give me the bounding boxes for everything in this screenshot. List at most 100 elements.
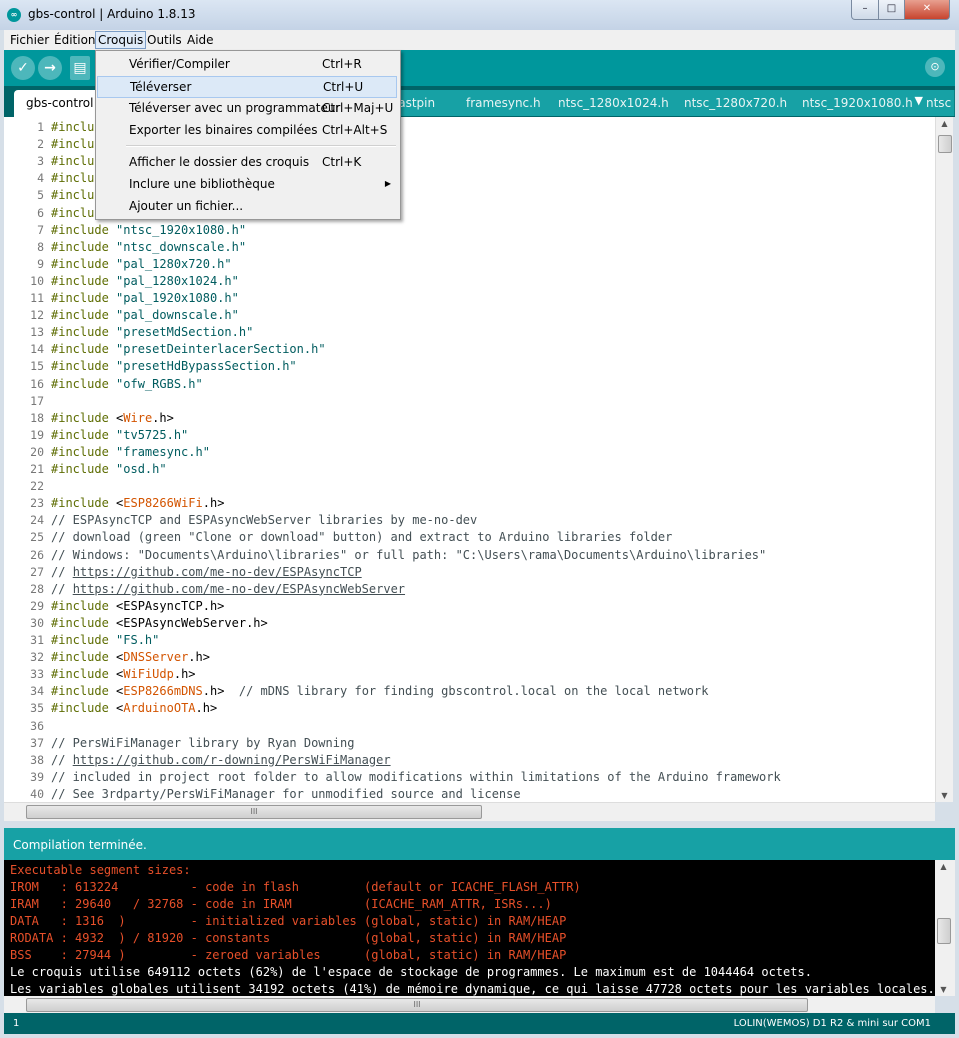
- line-number: 5: [37, 188, 44, 203]
- new-sketch-button[interactable]: ▤: [70, 56, 90, 80]
- tab-ntsc-1280x720[interactable]: ntsc_1280x720.h: [672, 90, 809, 116]
- menu-item-shortcut: Ctrl+R: [322, 57, 362, 71]
- close-button[interactable]: ✕: [904, 0, 950, 20]
- serial-monitor-icon[interactable]: ⊙: [925, 57, 945, 77]
- menu-item-ajouter-un-fichier-[interactable]: Ajouter un fichier...: [97, 196, 397, 216]
- console-line: DATA : 1316 ) - initialized variables (g…: [10, 914, 567, 928]
- line-number: 13: [30, 325, 44, 340]
- line-number: 31: [30, 633, 44, 647]
- code-text: #include "presetMdSection.h": [51, 325, 254, 340]
- code-text: #include <DNSServer.h>: [51, 650, 210, 665]
- line-number: 35: [30, 701, 44, 716]
- menu-aide[interactable]: Aide: [185, 32, 216, 48]
- menu-item-shortcut: Ctrl+Maj+U: [322, 101, 394, 115]
- line-number: 8: [37, 239, 44, 254]
- code-text: #include <ESP8266WiFi.h>: [51, 496, 225, 511]
- code-text: #include "presetHdBypassSection.h": [51, 359, 297, 374]
- scroll-thumb[interactable]: [938, 135, 952, 153]
- menu-fichier[interactable]: Fichier: [8, 32, 51, 48]
- console-scroll-up-icon[interactable]: ▲: [935, 862, 952, 871]
- line-number: 14: [30, 342, 44, 357]
- croquis-menu: Vérifier/Compiler Ctrl+R Téléverser Ctrl+U T…: [95, 50, 401, 220]
- board-port-label: LOLIN(WEMOS) D1 R2 & mini sur COM1: [733, 1018, 931, 1029]
- minimize-button[interactable]: –: [851, 0, 879, 20]
- scroll-up-icon[interactable]: ▲: [936, 119, 953, 128]
- line-number: 39: [30, 769, 44, 784]
- menu-bar: Fichier Édition Croquis Outils Aide: [4, 30, 955, 50]
- tab-overflow-icon[interactable]: ▼: [915, 94, 923, 107]
- code-text: #include "pal_1280x1024.h": [51, 273, 239, 288]
- line-number: 6: [37, 205, 44, 220]
- menu-item-label: Ajouter un fichier...: [129, 199, 244, 213]
- code-text: #include <ArduinoOTA.h>: [51, 701, 218, 716]
- menu-outils[interactable]: Outils: [145, 32, 184, 48]
- console-line: Le croquis utilise 649112 octets (62%) d…: [10, 965, 812, 979]
- menu-edition[interactable]: Édition: [52, 32, 98, 48]
- tab-ntsc[interactable]: ntsc: [922, 90, 955, 116]
- code-text: #include "ntsc_1920x1080.h": [51, 222, 247, 237]
- line-number: 9: [37, 256, 44, 271]
- output-console[interactable]: Executable segment sizes: IROM : 613224 -…: [4, 860, 935, 996]
- window-title: gbs-control | Arduino 1.8.13: [28, 7, 196, 21]
- menu-item-t-l-verser-avec-un-programmateur[interactable]: Téléverser avec un programmateur Ctrl+Maj…: [97, 98, 397, 118]
- console-vertical-scrollbar[interactable]: ▲ ▼: [935, 860, 955, 996]
- line-number: 28: [30, 581, 44, 596]
- line-number: 22: [30, 479, 44, 494]
- horizontal-scroll-thumb[interactable]: III: [26, 805, 482, 819]
- code-text: // ESPAsyncTCP and ESPAsyncWebServer lib…: [51, 513, 478, 528]
- console-scroll-down-icon[interactable]: ▼: [935, 985, 952, 994]
- line-number: 18: [30, 410, 44, 425]
- tab-ntsc-1920x1080[interactable]: ntsc_1920x1080.h: [790, 90, 931, 116]
- menu-item-exporter-les-binaires-compil-es[interactable]: Exporter les binaires compilées Ctrl+Alt+…: [97, 120, 397, 140]
- code-text: #include "pal_1920x1080.h": [51, 291, 239, 305]
- code-text: // included in project root folder to al…: [51, 769, 781, 784]
- code-text: // https://github.com/me-no-dev/ESPAsync…: [51, 581, 406, 596]
- console-horizontal-thumb[interactable]: III: [26, 998, 808, 1012]
- status-bar: Compilation terminée.: [4, 828, 955, 860]
- verify-button[interactable]: ✓: [11, 56, 35, 80]
- line-number: 29: [30, 598, 44, 613]
- line-number: 2: [37, 137, 44, 152]
- menu-item-t-l-verser[interactable]: Téléverser Ctrl+U: [97, 76, 397, 98]
- line-number: 25: [30, 530, 44, 545]
- line-number: 23: [30, 496, 44, 511]
- scroll-down-icon[interactable]: ▼: [936, 791, 953, 800]
- code-text: #include "ofw_RGBS.h": [51, 376, 203, 391]
- line-number: 40: [30, 786, 44, 801]
- editor-vertical-scrollbar[interactable]: ▲ ▼: [935, 117, 953, 802]
- upload-button[interactable]: →: [38, 56, 62, 80]
- tab-gbs-control[interactable]: gbs-control: [14, 90, 105, 117]
- code-text: #include "tv5725.h": [51, 427, 189, 442]
- code-text: #include <ESP8266mDNS.h> // mDNS library…: [51, 684, 709, 699]
- code-text: // See 3rdparty/PersWiFiManager for unmo…: [51, 786, 521, 801]
- line-number: 16: [30, 376, 44, 391]
- tab-ntsc-1280x1024[interactable]: ntsc_1280x1024.h: [546, 90, 693, 116]
- status-message: Compilation terminée.: [13, 838, 147, 852]
- line-number: 15: [30, 359, 44, 374]
- editor-horizontal-scrollbar[interactable]: III: [4, 802, 935, 821]
- menu-item-inclure-une-biblioth-que[interactable]: Inclure une bibliothèque ▶: [97, 174, 397, 194]
- line-number: 21: [30, 462, 44, 476]
- menu-item-afficher-le-dossier-des-croquis[interactable]: Afficher le dossier des croquis Ctrl+K: [97, 152, 397, 172]
- console-scroll-thumb[interactable]: [937, 918, 951, 944]
- maximize-button[interactable]: □: [878, 0, 905, 20]
- console-horizontal-scrollbar[interactable]: III: [4, 996, 935, 1013]
- code-text: #include <ESPAsyncWebServer.h>: [51, 615, 268, 630]
- line-number: 24: [30, 513, 44, 528]
- console-line: RODATA : 4932 ) / 81920 - constants (glo…: [10, 931, 567, 945]
- console-line: IROM : 613224 - code in flash (default o…: [10, 880, 581, 894]
- line-number: 37: [30, 735, 44, 750]
- line-number: 7: [37, 222, 44, 237]
- code-text: // Windows: "Documents\Arduino\libraries…: [51, 547, 767, 562]
- code-text: // PersWiFiManager library by Ryan Downi…: [51, 735, 355, 750]
- menu-croquis[interactable]: Croquis: [95, 31, 147, 49]
- console-line: BSS : 27944 ) - zeroed variables (global…: [10, 948, 567, 962]
- line-number: 33: [30, 667, 44, 682]
- menu-item-label: Vérifier/Compiler: [129, 57, 230, 71]
- submenu-arrow-icon: ▶: [384, 179, 391, 188]
- menu-item-v-rifier-compiler[interactable]: Vérifier/Compiler Ctrl+R: [97, 54, 397, 74]
- line-number: 17: [30, 393, 44, 408]
- code-text: #include "ntsc_downscale.h": [51, 239, 247, 254]
- menu-item-shortcut: Ctrl+U: [323, 80, 364, 94]
- code-text: // https://github.com/me-no-dev/ESPAsync…: [51, 564, 362, 579]
